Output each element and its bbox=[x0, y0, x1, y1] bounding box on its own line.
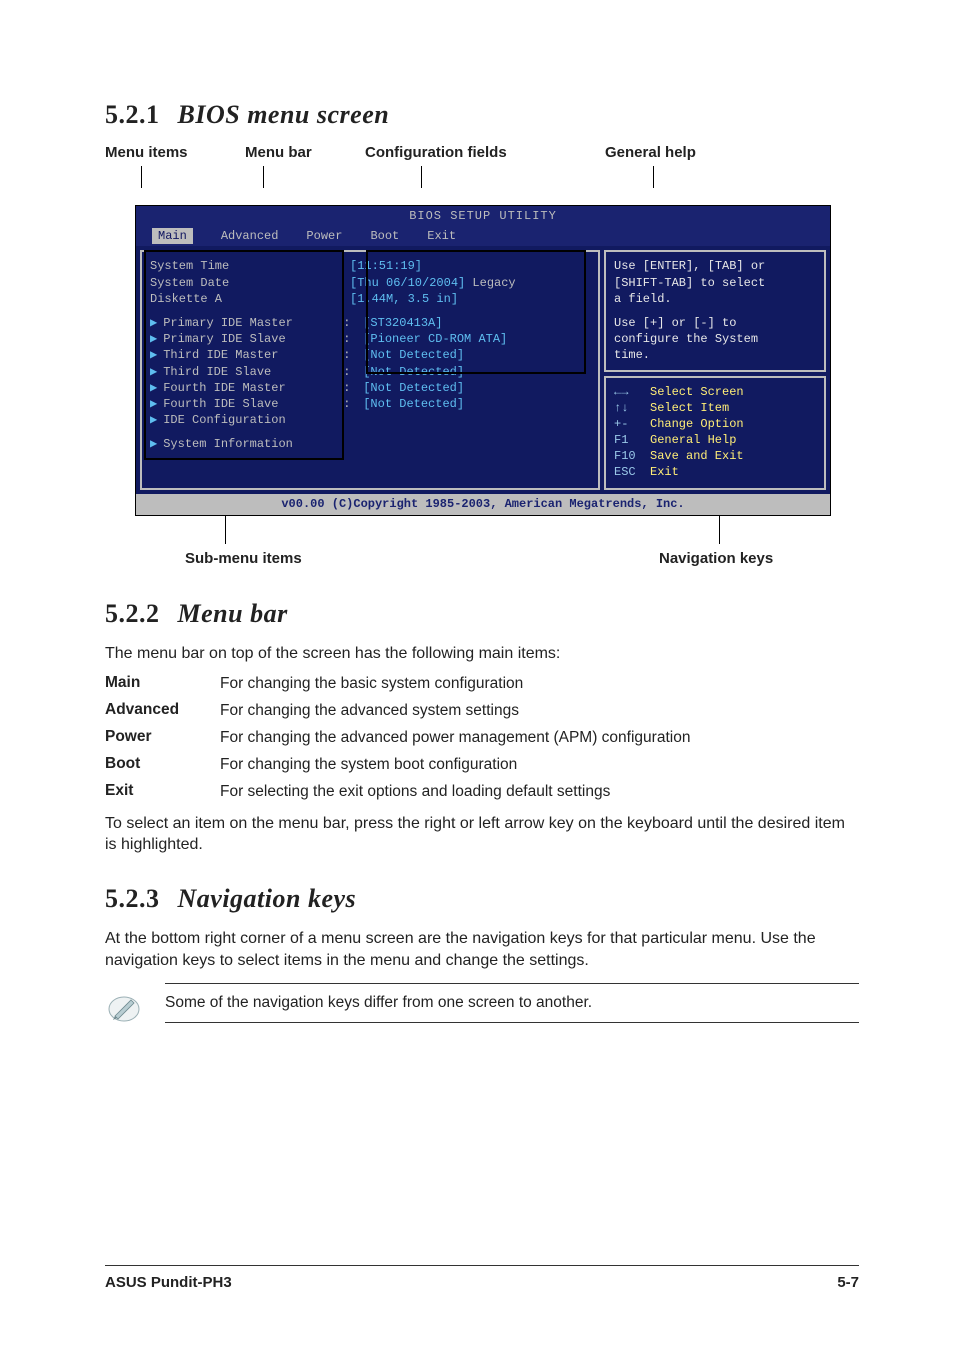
triangle-icon: ▶ bbox=[150, 331, 157, 347]
bios-help-l1: Use [ENTER], [TAB] or bbox=[614, 258, 816, 274]
triangle-icon: ▶ bbox=[150, 436, 157, 452]
callouts-top: Menu items Menu bar Configuration fields… bbox=[105, 144, 859, 161]
pencil-icon bbox=[107, 992, 141, 1031]
callouts-bottom: Sub-menu items Navigation keys bbox=[105, 550, 859, 567]
bios-fids-value: [Not Detected] bbox=[363, 396, 464, 412]
heading-521: 5.2.1 BIOS menu screen bbox=[105, 100, 859, 130]
bios-help-l2: [SHIFT-TAB] to select bbox=[614, 275, 816, 291]
bios-menu-bar: Main Advanced Power Boot Exit bbox=[136, 226, 830, 246]
bios-legacy: Legacy bbox=[472, 275, 515, 291]
bios-tidm-label[interactable]: Third IDE Master bbox=[163, 347, 343, 363]
bios-fids-label[interactable]: Fourth IDE Slave bbox=[163, 396, 343, 412]
s522-out: To select an item on the menu bar, press… bbox=[105, 813, 859, 856]
bios-nav-t4: General Help bbox=[650, 433, 736, 447]
menutbl-exit-k: Exit bbox=[105, 782, 220, 803]
heading-523-title: Navigation keys bbox=[178, 884, 357, 913]
bios-pis-value: [Pioneer CD-ROM ATA] bbox=[363, 331, 507, 347]
s523-paragraph: At the bottom right corner of a menu scr… bbox=[105, 928, 859, 971]
heading-523-num: 5.2.3 bbox=[105, 884, 160, 913]
bios-help-l3: a field. bbox=[614, 291, 816, 307]
bios-fidm-label[interactable]: Fourth IDE Master bbox=[163, 380, 343, 396]
triangle-icon: ▶ bbox=[150, 364, 157, 380]
footer-right: 5-7 bbox=[837, 1274, 859, 1291]
bios-nav-t1: Select Screen bbox=[650, 385, 744, 399]
bios-diskette-label: Diskette A bbox=[150, 291, 330, 307]
bios-menu-main[interactable]: Main bbox=[152, 228, 193, 244]
menutbl-adv-v: For changing the advanced system setting… bbox=[220, 701, 859, 722]
page-footer: ASUS Pundit-PH3 5-7 bbox=[105, 1265, 859, 1291]
bios-idecfg-label[interactable]: IDE Configuration bbox=[163, 412, 343, 428]
bios-footer: v00.00 (C)Copyright 1985-2003, American … bbox=[136, 494, 830, 514]
footer-left: ASUS Pundit-PH3 bbox=[105, 1274, 232, 1291]
bios-pim-label[interactable]: Primary IDE Master bbox=[163, 315, 343, 331]
heading-523: 5.2.3 Navigation keys bbox=[105, 884, 859, 914]
triangle-icon: ▶ bbox=[150, 412, 157, 428]
bios-help-l4: Use [+] or [-] to bbox=[614, 315, 816, 331]
menutbl-exit-v: For selecting the exit options and loadi… bbox=[220, 782, 859, 803]
bios-menu-boot[interactable]: Boot bbox=[370, 228, 399, 244]
heading-521-num: 5.2.1 bbox=[105, 100, 160, 129]
bios-nav-k4: F1 bbox=[614, 432, 650, 448]
bios-fidm-value: [Not Detected] bbox=[363, 380, 464, 396]
bios-sys-date-label: System Date bbox=[150, 275, 330, 291]
menutbl-main-v: For changing the basic system configurat… bbox=[220, 674, 859, 695]
bios-diskette-value[interactable]: [1.44M, 3.5 in] bbox=[350, 291, 458, 307]
bios-menu-power[interactable]: Power bbox=[306, 228, 342, 244]
menutbl-boot-v: For changing the system boot configurati… bbox=[220, 755, 859, 776]
heading-521-title: BIOS menu screen bbox=[178, 100, 390, 129]
menutbl-pow-k: Power bbox=[105, 728, 220, 749]
bios-nav-k5: F10 bbox=[614, 448, 650, 464]
triangle-icon: ▶ bbox=[150, 347, 157, 363]
triangle-icon: ▶ bbox=[150, 315, 157, 331]
bios-nav-k3: +- bbox=[614, 416, 650, 432]
callout-menu-bar: Menu bar bbox=[245, 144, 312, 161]
bios-nav-t6: Exit bbox=[650, 465, 679, 479]
bios-nav-t2: Select Item bbox=[650, 401, 729, 415]
bios-nav-t3: Change Option bbox=[650, 417, 744, 431]
menutbl-main-k: Main bbox=[105, 674, 220, 695]
bios-sysinfo-label[interactable]: System Information bbox=[163, 436, 343, 452]
heading-522: 5.2.2 Menu bar bbox=[105, 599, 859, 629]
triangle-icon: ▶ bbox=[150, 380, 157, 396]
callout-submenu-items: Sub-menu items bbox=[185, 550, 302, 567]
menu-bar-table: MainFor changing the basic system config… bbox=[105, 674, 859, 803]
bios-pis-label[interactable]: Primary IDE Slave bbox=[163, 331, 343, 347]
bios-help-l5: configure the System bbox=[614, 331, 816, 347]
s522-intro: The menu bar on top of the screen has th… bbox=[105, 643, 859, 665]
bios-title: BIOS SETUP UTILITY bbox=[136, 206, 830, 226]
bios-nav-box: ←→Select Screen ↑↓Select Item +-Change O… bbox=[604, 376, 826, 491]
bios-left-panel: System Time [11:51:19] System Date [Thu 06… bbox=[140, 250, 600, 490]
bios-menu-exit[interactable]: Exit bbox=[427, 228, 456, 244]
bios-sys-time-label: System Time bbox=[150, 258, 330, 274]
callout-nav-keys: Navigation keys bbox=[659, 550, 773, 567]
bios-sys-time-value[interactable]: [11:51:19] bbox=[350, 258, 422, 274]
menutbl-boot-k: Boot bbox=[105, 755, 220, 776]
heading-522-num: 5.2.2 bbox=[105, 599, 160, 628]
bios-help-box: Use [ENTER], [TAB] or [SHIFT-TAB] to sel… bbox=[604, 250, 826, 371]
bios-tidm-value: [Not Detected] bbox=[363, 347, 464, 363]
bios-tids-label[interactable]: Third IDE Slave bbox=[163, 364, 343, 380]
bios-sys-date-value[interactable]: [Thu 06/10/2004] bbox=[350, 275, 465, 291]
bios-menu-advanced[interactable]: Advanced bbox=[221, 228, 279, 244]
bios-screenshot: BIOS SETUP UTILITY Main Advanced Power B… bbox=[135, 205, 831, 516]
bios-help-l6: time. bbox=[614, 347, 816, 363]
bios-tids-value: [Not Detected] bbox=[363, 364, 464, 380]
bios-pim-value: [ST320413A] bbox=[363, 315, 442, 331]
menutbl-adv-k: Advanced bbox=[105, 701, 220, 722]
bios-nav-k6: ESC bbox=[614, 464, 650, 480]
note-text: Some of the navigation keys differ from … bbox=[165, 994, 592, 1011]
bios-nav-t5: Save and Exit bbox=[650, 449, 744, 463]
callout-config-fields: Configuration fields bbox=[365, 144, 507, 161]
bios-nav-k1: ←→ bbox=[614, 384, 650, 400]
bios-nav-k2: ↑↓ bbox=[614, 400, 650, 416]
triangle-icon: ▶ bbox=[150, 396, 157, 412]
note-box: Some of the navigation keys differ from … bbox=[165, 983, 859, 1023]
menutbl-pow-v: For changing the advanced power manageme… bbox=[220, 728, 859, 749]
heading-522-title: Menu bar bbox=[178, 599, 288, 628]
callout-menu-items: Menu items bbox=[105, 144, 188, 161]
callout-general-help: General help bbox=[605, 144, 696, 161]
